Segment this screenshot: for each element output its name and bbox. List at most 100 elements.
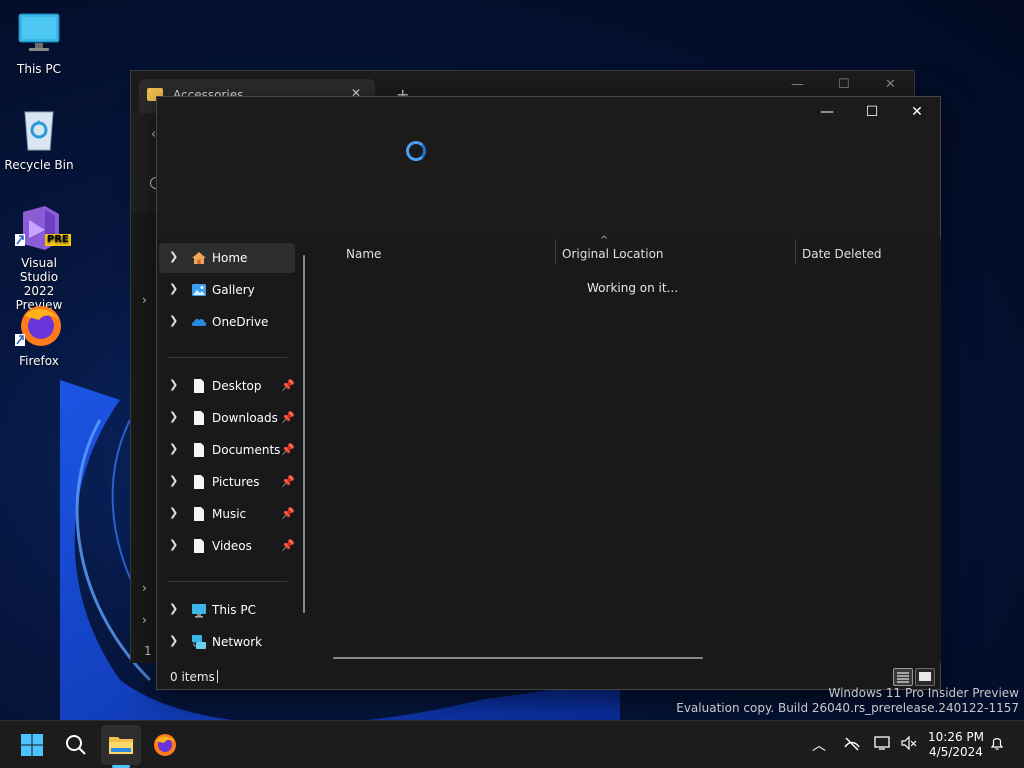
nav-label: Downloads [212, 411, 278, 425]
close-button[interactable]: ✕ [885, 77, 896, 92]
chevron-right-icon[interactable]: ❯ [169, 602, 178, 615]
firefox-taskbar-button[interactable] [145, 725, 185, 765]
navigation-pane: ❯ Home ❯ Gallery ❯ OneDrive ❯ Desktop � [157, 239, 307, 663]
search-button[interactable] [56, 725, 96, 765]
network-offline-icon[interactable] [843, 735, 861, 755]
start-button[interactable] [12, 725, 52, 765]
nav-item-downloads[interactable]: ❯ Downloads 📌 [159, 403, 295, 433]
status-divider [217, 670, 218, 683]
chevron-up-icon[interactable]: ︿ [812, 735, 826, 755]
nav-scrollbar[interactable] [303, 255, 305, 613]
pin-icon: 📌 [281, 539, 295, 552]
nav-item-home[interactable]: ❯ Home [159, 243, 295, 273]
nav-item-network[interactable]: ❯ Network [159, 627, 295, 657]
recycle-bin-icon [15, 106, 63, 154]
monitor-icon [191, 602, 207, 618]
column-header-name[interactable]: Name [346, 247, 381, 261]
column-header-row: ^ Name Original Location Date Deleted [315, 235, 941, 267]
explorer-window[interactable]: — ☐ ✕ ❯ Home ❯ Gallery ❯ OneDrive ❯ Desk… [156, 96, 941, 690]
clock-date: 4/5/2024 [929, 745, 983, 759]
tiles-view-button[interactable] [915, 668, 935, 686]
chevron-right-icon[interactable]: › [142, 293, 147, 307]
windows-logo-icon [21, 734, 43, 756]
monitor-icon [15, 10, 63, 58]
chevron-right-icon[interactable]: ❯ [169, 538, 178, 551]
desktop-icon-label: Visual Studio [19, 256, 59, 284]
file-list[interactable]: ^ Name Original Location Date Deleted Wo… [315, 235, 941, 663]
network-icon [191, 634, 207, 650]
watermark-line: Evaluation copy. Build 26040.rs_prerelea… [676, 701, 1019, 715]
loading-spinner-icon [406, 141, 426, 161]
nav-label: Documents [212, 443, 281, 457]
nav-item-this-pc[interactable]: ❯ This PC [159, 595, 295, 625]
nav-item-music[interactable]: ❯ Music 📌 [159, 499, 295, 529]
file-explorer-button[interactable] [101, 725, 141, 765]
nav-label: OneDrive [212, 315, 269, 329]
evaluation-watermark: Windows 11 Pro Insider Preview Evaluatio… [676, 686, 1019, 716]
file-icon [191, 442, 207, 458]
nav-item-gallery[interactable]: ❯ Gallery [159, 275, 295, 305]
desktop-icon-firefox[interactable]: Firefox [1, 302, 77, 368]
gallery-icon [191, 282, 207, 298]
status-message: Working on it... [587, 281, 679, 295]
nav-item-documents[interactable]: ❯ Documents 📌 [159, 435, 295, 465]
file-icon [191, 474, 207, 490]
column-header-date-deleted[interactable]: Date Deleted [802, 247, 882, 261]
folder-icon [109, 737, 133, 754]
nav-label: Music [212, 507, 247, 521]
desktop-icon-recycle-bin[interactable]: Recycle Bin [1, 106, 77, 172]
visual-studio-icon: PRE [15, 204, 71, 252]
nav-label: This PC [212, 603, 256, 617]
file-icon [191, 506, 207, 522]
nav-item-desktop[interactable]: ❯ Desktop 📌 [159, 371, 295, 401]
pin-icon: 📌 [281, 475, 295, 488]
chevron-right-icon[interactable]: ❯ [169, 442, 178, 455]
system-clock[interactable]: 10:26 PM 4/5/2024 [922, 730, 990, 760]
clock-time: 10:26 PM [928, 730, 984, 744]
nav-item-onedrive[interactable]: ❯ OneDrive [159, 307, 295, 337]
minimize-button[interactable]: — [791, 77, 804, 92]
pin-icon: 📌 [281, 443, 295, 456]
pre-badge: PRE [45, 234, 71, 246]
item-count: 0 items [170, 670, 215, 684]
file-icon [191, 378, 207, 394]
column-divider[interactable] [795, 239, 796, 265]
pin-icon: 📌 [281, 411, 295, 424]
pin-icon: 📌 [281, 379, 295, 392]
horizontal-scrollbar[interactable] [333, 657, 703, 659]
desktop-icon-label: This PC [17, 62, 61, 76]
maximize-button[interactable]: ☐ [838, 77, 850, 92]
chevron-right-icon[interactable]: › [142, 581, 147, 595]
chevron-right-icon[interactable]: ❯ [169, 282, 178, 295]
volume-muted-icon[interactable] [900, 735, 918, 755]
column-divider[interactable] [555, 239, 556, 265]
chevron-right-icon[interactable]: › [142, 613, 147, 627]
nav-item-videos[interactable]: ❯ Videos 📌 [159, 531, 295, 561]
chevron-right-icon[interactable]: ❯ [169, 634, 178, 647]
chevron-right-icon[interactable]: ❯ [169, 410, 178, 423]
close-button[interactable]: ✕ [894, 97, 940, 127]
chevron-right-icon[interactable]: ❯ [169, 250, 178, 263]
nav-label: Gallery [212, 283, 255, 297]
divider [167, 581, 287, 582]
minimize-button[interactable]: — [804, 97, 850, 127]
notification-bell-icon[interactable] [989, 735, 1005, 755]
chevron-right-icon[interactable]: ❯ [169, 378, 178, 391]
sort-up-icon: ^ [600, 235, 609, 246]
display-network-icon[interactable] [874, 735, 892, 755]
desktop-icon-label: Recycle Bin [4, 158, 74, 172]
nav-item-pictures[interactable]: ❯ Pictures 📌 [159, 467, 295, 497]
nav-label: Network [212, 635, 263, 649]
file-icon [191, 538, 207, 554]
details-view-button[interactable] [893, 668, 913, 686]
desktop-icon-this-pc[interactable]: This PC [1, 10, 77, 76]
chevron-right-icon[interactable]: ❯ [169, 474, 178, 487]
chevron-right-icon[interactable]: ❯ [169, 506, 178, 519]
maximize-button[interactable]: ☐ [849, 97, 895, 127]
desktop-icon-visual-studio[interactable]: PRE Visual Studio 2022 Preview [1, 204, 77, 312]
title-bar: — ☐ ✕ [157, 97, 940, 129]
column-header-original-location[interactable]: Original Location [562, 247, 664, 261]
navigation-pane: › › › [131, 213, 157, 663]
chevron-right-icon[interactable]: ❯ [169, 314, 178, 327]
firefox-icon [154, 734, 176, 756]
